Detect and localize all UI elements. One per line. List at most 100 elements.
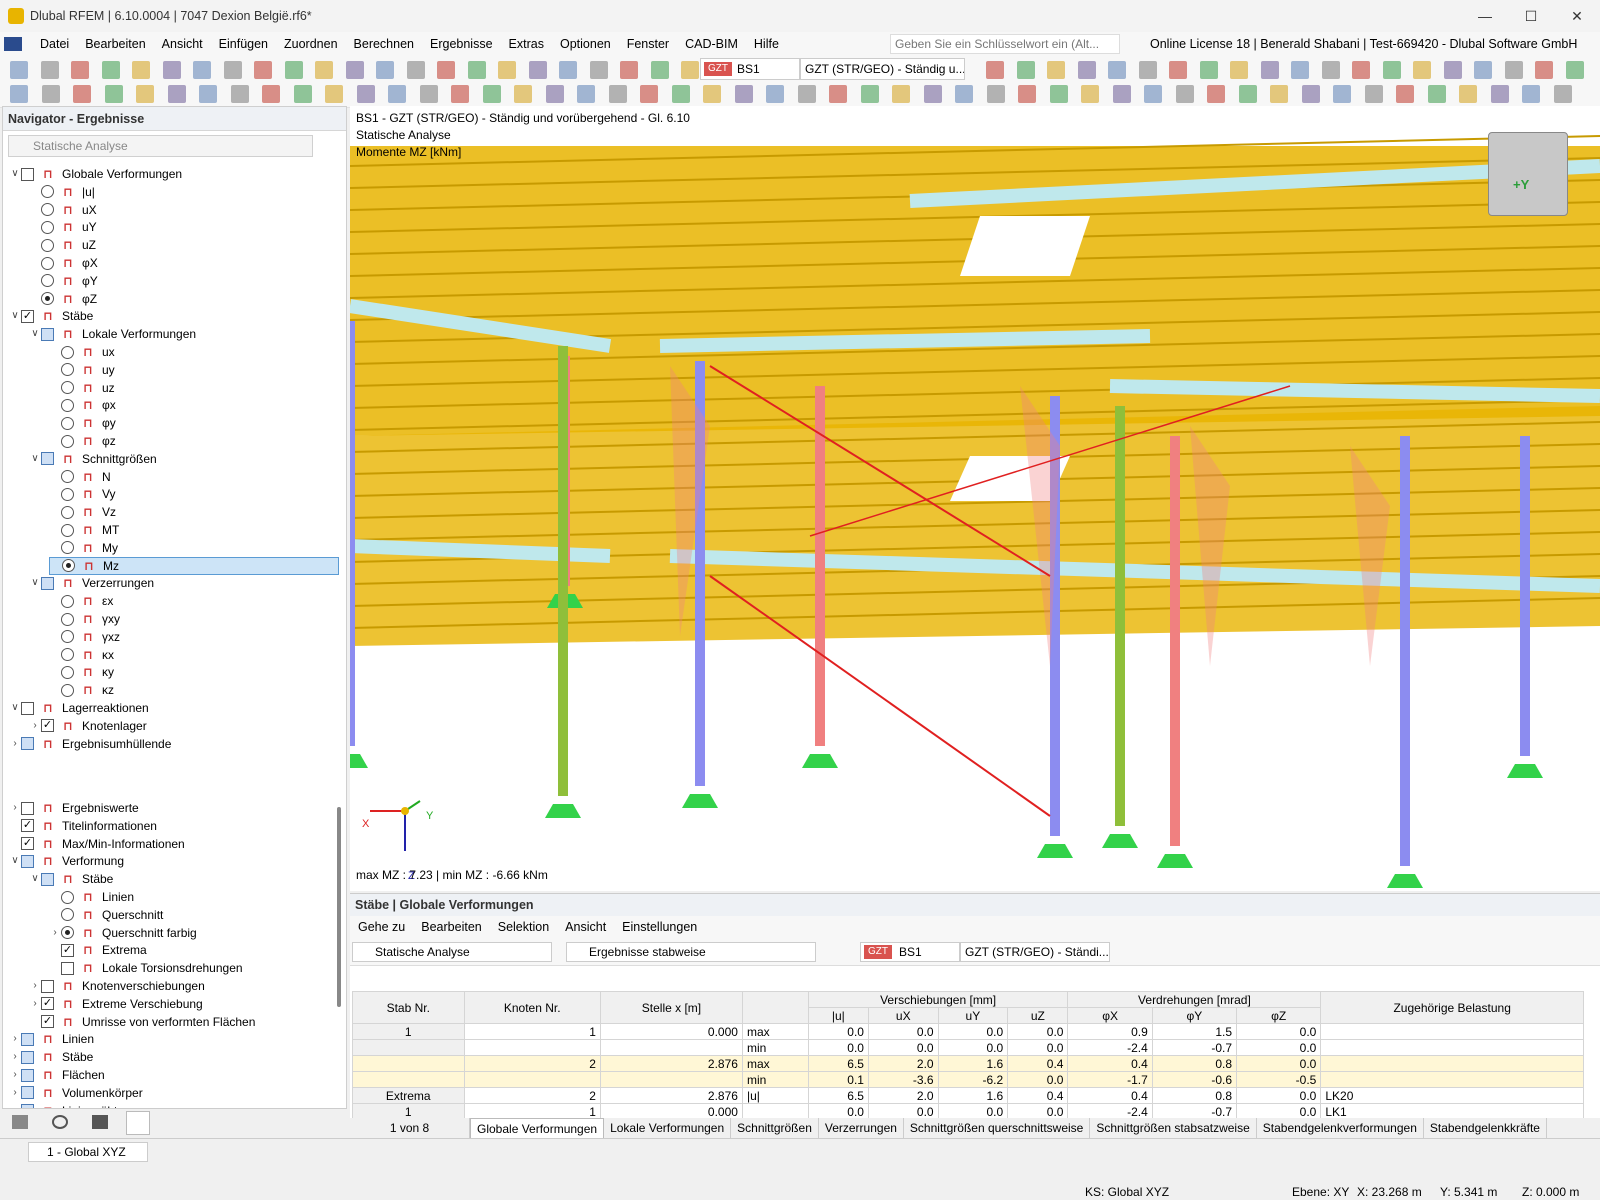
results-menu-einstellungen[interactable]: Einstellungen bbox=[614, 920, 705, 934]
tree-item[interactable]: ⊓κx bbox=[49, 646, 114, 664]
toolbar-tool-icon[interactable] bbox=[420, 85, 438, 103]
radio-button[interactable] bbox=[61, 488, 74, 501]
toolbar-tool-icon[interactable] bbox=[861, 85, 879, 103]
toolbar-tool-icon[interactable] bbox=[231, 85, 249, 103]
checkbox[interactable]: ✓ bbox=[21, 310, 34, 323]
toolbar-tool-icon[interactable] bbox=[1474, 61, 1492, 79]
toolbar-tool-icon[interactable] bbox=[168, 85, 186, 103]
menu-hilfe[interactable]: Hilfe bbox=[746, 32, 787, 56]
checkbox[interactable] bbox=[41, 873, 54, 886]
toolbar-tool-icon[interactable] bbox=[224, 61, 242, 79]
toolbar-tool-icon[interactable] bbox=[1230, 61, 1248, 79]
tree-item[interactable]: ⊓Mz bbox=[49, 557, 339, 575]
tree-item[interactable]: ⊓φx bbox=[49, 396, 116, 414]
tree-item[interactable]: ⊓Lokale Torsionsdrehungen bbox=[49, 959, 243, 977]
checkbox[interactable] bbox=[41, 980, 54, 993]
radio-button[interactable] bbox=[41, 257, 54, 270]
tree-item[interactable]: ∨⊓Globale Verformungen bbox=[9, 165, 182, 183]
tree-expander-icon[interactable]: ∨ bbox=[29, 325, 41, 343]
toolbar-tool-icon[interactable] bbox=[1554, 85, 1572, 103]
toolbar-tool-icon[interactable] bbox=[1459, 85, 1477, 103]
toolbar-tool-icon[interactable] bbox=[10, 61, 28, 79]
tree-item[interactable]: ✓⊓Max/Min-Informationen bbox=[9, 835, 185, 853]
radio-button[interactable] bbox=[61, 417, 74, 430]
tree-expander-icon[interactable]: › bbox=[9, 1030, 21, 1048]
radio-button[interactable] bbox=[61, 630, 74, 643]
radio-button[interactable] bbox=[61, 399, 74, 412]
toolbar-tool-icon[interactable] bbox=[640, 85, 658, 103]
results-menu-gehe-zu[interactable]: Gehe zu bbox=[350, 920, 413, 934]
analysis-type-select[interactable]: Statische Analyse bbox=[8, 135, 313, 157]
radio-button[interactable] bbox=[61, 926, 74, 939]
menu-ergebnisse[interactable]: Ergebnisse bbox=[422, 32, 501, 56]
toolbar-tool-icon[interactable] bbox=[1169, 61, 1187, 79]
tab-globale-verformungen[interactable]: Globale Verformungen bbox=[470, 1118, 604, 1139]
3d-viewport[interactable] bbox=[350, 106, 1600, 891]
tree-expander-icon[interactable]: ∨ bbox=[29, 870, 41, 888]
table-row[interactable]: 110.000max0.00.00.00.00.91.50.0 bbox=[353, 1024, 1584, 1040]
toolbar-tool-icon[interactable] bbox=[1302, 85, 1320, 103]
tab-schnittgroessen-stabsatzweise[interactable]: Schnittgrößen stabsatzweise bbox=[1090, 1118, 1256, 1138]
toolbar-tool-icon[interactable] bbox=[766, 85, 784, 103]
toolbar-tool-icon[interactable] bbox=[1078, 61, 1096, 79]
checkbox[interactable]: ✓ bbox=[61, 944, 74, 957]
toolbar-tool-icon[interactable] bbox=[1144, 85, 1162, 103]
menu-extras[interactable]: Extras bbox=[501, 32, 552, 56]
load-combination-select[interactable]: GZT BS1 bbox=[700, 58, 800, 80]
tree-item[interactable]: ⊓κz bbox=[49, 681, 114, 699]
radio-button[interactable] bbox=[61, 506, 74, 519]
results-mode-select[interactable]: Ergebnisse stabweise bbox=[566, 942, 816, 962]
results-lc-select[interactable]: GZT BS1 bbox=[860, 942, 960, 962]
tree-item[interactable]: ⊓ux bbox=[49, 343, 115, 361]
toolbar-tool-icon[interactable] bbox=[1365, 85, 1383, 103]
tree-expander-icon[interactable]: › bbox=[29, 977, 41, 995]
navigator-scrollbar[interactable] bbox=[337, 807, 341, 1007]
toolbar-tool-icon[interactable] bbox=[1108, 61, 1126, 79]
radio-button[interactable] bbox=[61, 684, 74, 697]
tree-expander-icon[interactable]: ∨ bbox=[9, 307, 21, 325]
tree-item[interactable]: ›✓⊓Extreme Verschiebung bbox=[29, 995, 203, 1013]
table-row[interactable]: 22.876max6.52.01.60.40.40.80.0 bbox=[353, 1056, 1584, 1072]
table-row[interactable]: min0.1-3.6-6.20.0-1.7-0.6-0.5 bbox=[353, 1072, 1584, 1088]
toolbar-tool-icon[interactable] bbox=[1113, 85, 1131, 103]
toolbar-tool-icon[interactable] bbox=[735, 85, 753, 103]
checkbox[interactable] bbox=[41, 452, 54, 465]
checkbox[interactable] bbox=[21, 702, 34, 715]
toolbar-tool-icon[interactable] bbox=[1352, 61, 1370, 79]
toolbar-tool-icon[interactable] bbox=[483, 85, 501, 103]
tree-item[interactable]: ✓⊓Titelinformationen bbox=[9, 817, 157, 835]
radio-button[interactable] bbox=[61, 891, 74, 904]
tree-item[interactable]: ⊓N bbox=[49, 468, 111, 486]
tree-item[interactable]: ⊓Vz bbox=[49, 503, 116, 521]
toolbar-tool-icon[interactable] bbox=[294, 85, 312, 103]
toolbar-tool-icon[interactable] bbox=[1018, 85, 1036, 103]
tree-expander-icon[interactable]: › bbox=[29, 995, 41, 1013]
radio-button[interactable] bbox=[61, 648, 74, 661]
tree-item[interactable]: ›⊓Ergebnisumhüllende bbox=[9, 735, 171, 753]
checkbox[interactable] bbox=[61, 962, 74, 975]
tree-item[interactable]: ∨⊓Lagerreaktionen bbox=[9, 699, 149, 717]
radio-button[interactable] bbox=[41, 274, 54, 287]
tree-item[interactable]: ⊓uz bbox=[49, 379, 115, 397]
checkbox[interactable] bbox=[21, 802, 34, 815]
toolbar-tool-icon[interactable] bbox=[1396, 85, 1414, 103]
tree-expander-icon[interactable]: › bbox=[9, 1084, 21, 1102]
toolbar-tool-icon[interactable] bbox=[955, 85, 973, 103]
view-cube[interactable]: +Y bbox=[1488, 132, 1568, 216]
toolbar-tool-icon[interactable] bbox=[346, 61, 364, 79]
radio-button[interactable] bbox=[61, 666, 74, 679]
toolbar-tool-icon[interactable] bbox=[451, 85, 469, 103]
tab-schnittgroessen-querschnittsweise[interactable]: Schnittgrößen querschnittsweise bbox=[904, 1118, 1090, 1138]
toolbar-tool-icon[interactable] bbox=[1535, 61, 1553, 79]
toolbar-tool-icon[interactable] bbox=[468, 61, 486, 79]
toolbar-tool-icon[interactable] bbox=[136, 85, 154, 103]
nav-tab-camera-icon[interactable] bbox=[92, 1115, 108, 1129]
tree-item[interactable]: ›⊓Stäbe bbox=[9, 1048, 93, 1066]
tree-item[interactable]: ∨⊓Schnittgrößen bbox=[29, 450, 157, 468]
toolbar-tool-icon[interactable] bbox=[798, 85, 816, 103]
maximize-button[interactable]: ☐ bbox=[1508, 0, 1554, 32]
checkbox[interactable] bbox=[21, 737, 34, 750]
toolbar-tool-icon[interactable] bbox=[105, 85, 123, 103]
toolbar-tool-icon[interactable] bbox=[1428, 85, 1446, 103]
tree-item[interactable]: ›⊓Ergebniswerte bbox=[9, 799, 139, 817]
